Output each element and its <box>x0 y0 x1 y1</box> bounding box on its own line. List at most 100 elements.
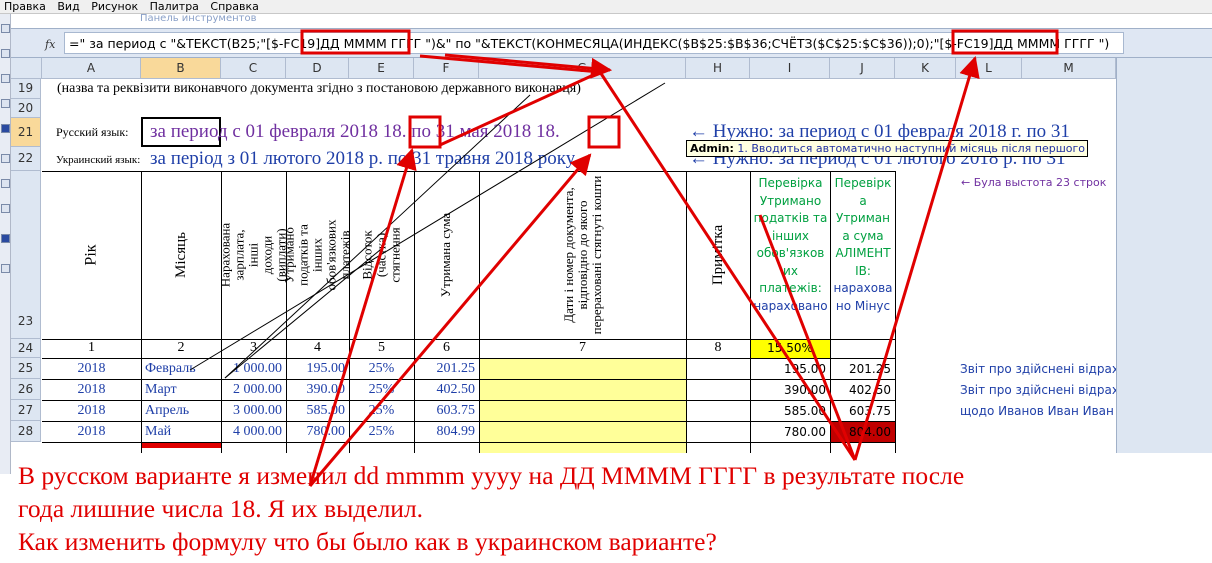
menu-view[interactable]: Вид <box>53 0 83 13</box>
color-tool-icon[interactable] <box>1 234 10 243</box>
table-cell-j[interactable]: 804.00 <box>830 423 895 441</box>
cell-comment: Admin: 1. Вводиться автоматично наступни… <box>686 140 1088 157</box>
text-tool-icon[interactable] <box>1 124 10 133</box>
header-percent: Відсоток (частка) стягнення <box>359 227 403 283</box>
table-cell-month[interactable]: Февраль <box>141 360 221 378</box>
column-g-fill <box>480 359 686 453</box>
table-cell-i[interactable]: 390.00 <box>750 381 830 399</box>
row-header-21[interactable]: 21 <box>11 118 41 147</box>
col-header-b[interactable]: B <box>141 58 221 79</box>
shape-tool-icon[interactable] <box>1 154 10 163</box>
col-number: 4 <box>314 340 321 355</box>
col-header-c[interactable]: C <box>221 58 286 79</box>
toolbar-title: Панель инструментов <box>140 13 257 24</box>
table-cell-month[interactable]: Май <box>141 423 221 441</box>
fill-tool-icon[interactable] <box>1 179 10 188</box>
col-header-m[interactable]: M <box>1022 58 1116 79</box>
col-header-f[interactable]: F <box>414 58 479 79</box>
row-header-23[interactable]: 23 <box>11 171 41 339</box>
table-cell-l[interactable]: Звіт про здійснені відрах <box>956 381 1116 399</box>
row-border <box>42 442 895 443</box>
eraser-tool-icon[interactable] <box>1 264 10 273</box>
row-header-22[interactable]: 22 <box>11 147 41 171</box>
question-line-1: В русском варианте я изменил dd mmmm yyy… <box>18 461 965 490</box>
column-headers: A B C D E F G H I J K L M <box>11 58 1116 79</box>
col-header-a[interactable]: A <box>42 58 141 79</box>
row-header-26[interactable]: 26 <box>11 379 41 400</box>
percent-cell[interactable]: 15.50% <box>750 341 830 355</box>
pen-tool-icon[interactable] <box>1 99 10 108</box>
table-cell-pct[interactable]: 25% <box>349 402 414 420</box>
table-cell-year[interactable]: 2018 <box>42 423 141 441</box>
table-cell-accrued[interactable]: 1 000.00 <box>221 360 286 378</box>
table-cell-accrued[interactable]: 3 000.00 <box>221 402 286 420</box>
question-line-2: года лишние числа 18. Я их выделил. <box>18 494 424 523</box>
menu-drawing[interactable]: Рисунок <box>87 0 142 13</box>
russian-value: за период с 01 февраля 2018 18. по 31 ма… <box>150 121 560 142</box>
table-cell-pct[interactable]: 25% <box>349 360 414 378</box>
table-cell-month[interactable]: Март <box>141 381 221 399</box>
table-cell-pct[interactable]: 25% <box>349 381 414 399</box>
table-cell-i[interactable]: 780.00 <box>750 423 830 441</box>
table-cell-j[interactable]: 603.75 <box>830 402 895 420</box>
table-cell-i[interactable]: 585.00 <box>750 402 830 420</box>
fx-icon[interactable]: fx <box>45 38 55 51</box>
col-header-h[interactable]: H <box>686 58 750 79</box>
col-header-e[interactable]: E <box>349 58 414 79</box>
table-cell-year[interactable]: 2018 <box>42 360 141 378</box>
col-header-k[interactable]: K <box>895 58 956 79</box>
select-tool-icon[interactable] <box>1 49 10 58</box>
header-accrued: Нарахована зарплата, інші доходи (виплат… <box>217 222 289 288</box>
table-cell-amount[interactable]: 603.75 <box>414 402 479 420</box>
table-cell-month[interactable]: Апрель <box>141 402 221 420</box>
col-header-j[interactable]: J <box>830 58 895 79</box>
question-text: В русском варианте я изменил dd mmmm yyy… <box>18 459 1212 558</box>
drawing-toolbar <box>0 14 11 474</box>
line-tool-icon[interactable] <box>1 204 10 213</box>
table-cell-withheld[interactable]: 585.00 <box>286 402 349 420</box>
table-cell-withheld[interactable]: 195.00 <box>286 360 349 378</box>
table-cell-year[interactable]: 2018 <box>42 402 141 420</box>
formula-bar: fx =" за период с "&ТЕКСТ(B25;"[$-FC19]Д… <box>11 28 1212 58</box>
row-border <box>42 379 895 380</box>
ukrainian-label: Украинский язык: <box>56 154 141 166</box>
row-header-25[interactable]: 25 <box>11 358 41 379</box>
russian-label: Русский язык: <box>56 125 129 139</box>
table-cell-amount[interactable]: 402.50 <box>414 381 479 399</box>
right-panel <box>1116 58 1212 453</box>
menu-help[interactable]: Справка <box>206 0 262 13</box>
table-cell-amount[interactable]: 201.25 <box>414 360 479 378</box>
row-header-28[interactable]: 28 <box>11 421 41 442</box>
cursor-tool-icon[interactable] <box>1 24 10 33</box>
row-border <box>42 421 895 422</box>
row-header-19[interactable]: 19 <box>11 79 41 99</box>
question-line-3: Как изменить формулу что бы было как в у… <box>18 527 717 556</box>
table-cell-withheld[interactable]: 390.00 <box>286 381 349 399</box>
row-header-20[interactable]: 20 <box>11 99 41 118</box>
select-all-corner[interactable] <box>11 58 42 79</box>
row-header-27[interactable]: 27 <box>11 400 41 421</box>
table-cell-i[interactable]: 195.00 <box>750 360 830 378</box>
table-cell-accrued[interactable]: 2 000.00 <box>221 381 286 399</box>
table-cell-pct[interactable]: 25% <box>349 423 414 441</box>
row-header-24[interactable]: 24 <box>11 339 41 358</box>
col-header-d[interactable]: D <box>286 58 349 79</box>
formula-input[interactable]: =" за период с "&ТЕКСТ(B25;"[$-FC19]ДД М… <box>64 32 1124 54</box>
col-header-i[interactable]: I <box>750 58 830 79</box>
col-number: 7 <box>579 340 586 355</box>
table-cell-l[interactable]: Звіт про здійснені відрах <box>956 360 1116 378</box>
col-number: 6 <box>443 340 450 355</box>
table-cell-j[interactable]: 201.25 <box>830 360 895 378</box>
table-cell-year[interactable]: 2018 <box>42 381 141 399</box>
table-cell-accrued[interactable]: 4 000.00 <box>221 423 286 441</box>
col-header-l[interactable]: L <box>956 58 1022 79</box>
zoom-tool-icon[interactable] <box>1 74 10 83</box>
table-cell-amount[interactable]: 804.99 <box>414 423 479 441</box>
spreadsheet-grid: A B C D E F G H I J K L M 19 20 21 22 23… <box>11 58 1116 453</box>
col-header-g[interactable]: G <box>479 58 686 79</box>
menu-edit[interactable]: Правка <box>0 0 50 13</box>
table-cell-withheld[interactable]: 780.00 <box>286 423 349 441</box>
table-cell-j[interactable]: 402.50 <box>830 381 895 399</box>
menu-palette[interactable]: Палитра <box>146 0 203 13</box>
table-cell-l[interactable]: щодо Иванов Иван Иван <box>956 402 1116 420</box>
